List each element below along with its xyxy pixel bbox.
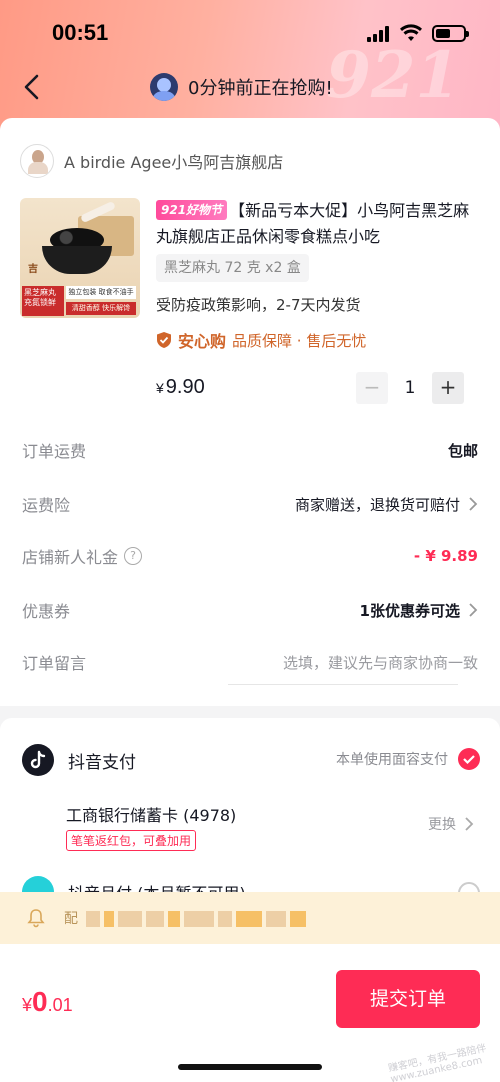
nav-bar: 0分钟前正在抢购! (0, 62, 500, 112)
change-card-button[interactable]: 更换 (428, 814, 474, 834)
quantity-stepper: − 1 + (356, 372, 464, 404)
row-label: 优惠券 (22, 602, 71, 621)
bell-icon (27, 909, 45, 928)
help-icon[interactable]: ? (124, 547, 143, 565)
decrease-button[interactable]: − (356, 372, 388, 404)
row-label: 订单运费 (22, 442, 87, 461)
assure-brand: 安心购 (178, 332, 227, 351)
bank-card: 工商银行储蓄卡 (4978) (66, 806, 237, 825)
signal-icon (367, 26, 389, 42)
price-symbol: ¥ (156, 380, 164, 396)
buyer-avatar (150, 73, 178, 101)
increase-button[interactable]: + (432, 372, 464, 404)
row-order-message[interactable]: 订单留言 选填，建议先与商家协商一致 (22, 642, 478, 682)
douyin-pay-icon (22, 744, 54, 776)
row-value: 商家赠送，退换货可赔付 (295, 494, 478, 515)
input-underline (228, 684, 458, 685)
footer-bar: ¥0.01 提交订单 赚客吧，有我一路陪伴 www.zuanke8.com (0, 944, 500, 1082)
shipping-note: 受防疫政策影响，2-7天内发货 (156, 296, 361, 314)
order-card: A birdie Agee小鸟阿吉旗舰店 吉 黑芝麻丸 充氮锁鲜 独立包装 取食… (0, 118, 500, 706)
status-time: 00:51 (52, 20, 109, 45)
notice-bar: 配 (0, 892, 500, 944)
product-image-tag: 独立包装 取食不油手 (66, 286, 136, 299)
nav-title-group: 0分钟前正在抢购! (150, 71, 333, 103)
notice-text-visible: 配 (64, 911, 78, 927)
nav-title: 0分钟前正在抢购! (188, 78, 333, 99)
chevron-right-icon (465, 817, 474, 831)
notice-text: 配 (64, 908, 307, 928)
shop-row[interactable]: A birdie Agee小鸟阿吉旗舰店 (20, 144, 283, 178)
product-image[interactable]: 吉 黑芝麻丸 充氮锁鲜 独立包装 取食不油手 清甜香醇 快乐解馋 (20, 198, 140, 318)
spec-chip[interactable]: 黑芝麻丸 72 克 x2 盒 (156, 254, 309, 282)
face-pay[interactable]: 本单使用面容支付 (336, 748, 480, 770)
total-decimal: .01 (47, 995, 73, 1015)
festival-badge: 921好物节 (156, 200, 228, 220)
assure-row: 安心购 品质保障 · 售后无忧 (156, 328, 366, 352)
product-image-seal: 吉 (28, 264, 38, 275)
total-price: ¥0.01 (22, 986, 73, 1018)
payment-method[interactable]: 抖音支付 (22, 744, 136, 776)
product-title: 921好物节 【新品亏本大促】小鸟阿吉黑芝麻丸旗舰店正品休闲零食糕点小吃 (156, 198, 476, 250)
row-value: 1张优惠券可选 (360, 600, 478, 621)
total-integer: 0 (32, 986, 48, 1017)
shop-name: A birdie Agee小鸟阿吉旗舰店 (64, 153, 284, 172)
total-symbol: ¥ (22, 995, 33, 1015)
row-label: 订单留言 (22, 654, 87, 673)
quantity-value[interactable]: 1 (388, 378, 432, 398)
home-indicator[interactable] (178, 1064, 322, 1070)
payment-title: 抖音支付 (68, 752, 136, 773)
submit-order-button[interactable]: 提交订单 (336, 970, 480, 1028)
assure-text: 品质保障 · 售后无忧 (232, 331, 367, 350)
message-input[interactable]: 选填，建议先与商家协商一致 (283, 652, 478, 673)
wifi-icon (400, 24, 422, 41)
row-value: - ¥ 9.89 (413, 547, 478, 565)
bank-promo-badge: 笔笔返红包，可叠加用 (66, 830, 197, 851)
product-image-label: 黑芝麻丸 充氮锁鲜 (22, 286, 64, 316)
row-coupon[interactable]: 优惠券 1张优惠券可选 (22, 590, 478, 630)
price-value: 9.90 (165, 376, 205, 398)
battery-icon (432, 25, 469, 42)
shield-icon (157, 332, 171, 348)
row-label: 运费险 (22, 496, 71, 515)
status-bar: 00:51 (0, 0, 500, 60)
row-shipping-insurance[interactable]: 运费险 商家赠送，退换货可赔付 (22, 484, 478, 524)
site-watermark: 赚客吧，有我一路陪伴 www.zuanke8.com (387, 1043, 488, 1082)
chevron-right-icon (469, 603, 478, 617)
row-shipping-fee: 订单运费 包邮 (22, 430, 478, 470)
product-image-tag: 清甜香醇 快乐解馋 (66, 302, 136, 315)
row-value-text: 商家赠送，退换货可赔付 (294, 495, 460, 514)
back-arrow-icon[interactable] (18, 72, 48, 102)
row-label: 店铺新人礼金 ? (22, 544, 143, 568)
row-value-text: 1张优惠券可选 (359, 601, 460, 620)
face-pay-text: 本单使用面容支付 (336, 752, 448, 768)
chevron-right-icon (469, 497, 478, 511)
row-label-text: 店铺新人礼金 (22, 548, 119, 567)
change-text: 更换 (428, 817, 456, 833)
row-value: 包邮 (447, 441, 478, 460)
unit-price: ¥9.90 (156, 376, 205, 399)
row-new-customer-gift: 店铺新人礼金 ? - ¥ 9.89 (22, 536, 478, 576)
check-icon[interactable] (458, 748, 480, 770)
shop-logo (20, 144, 54, 178)
